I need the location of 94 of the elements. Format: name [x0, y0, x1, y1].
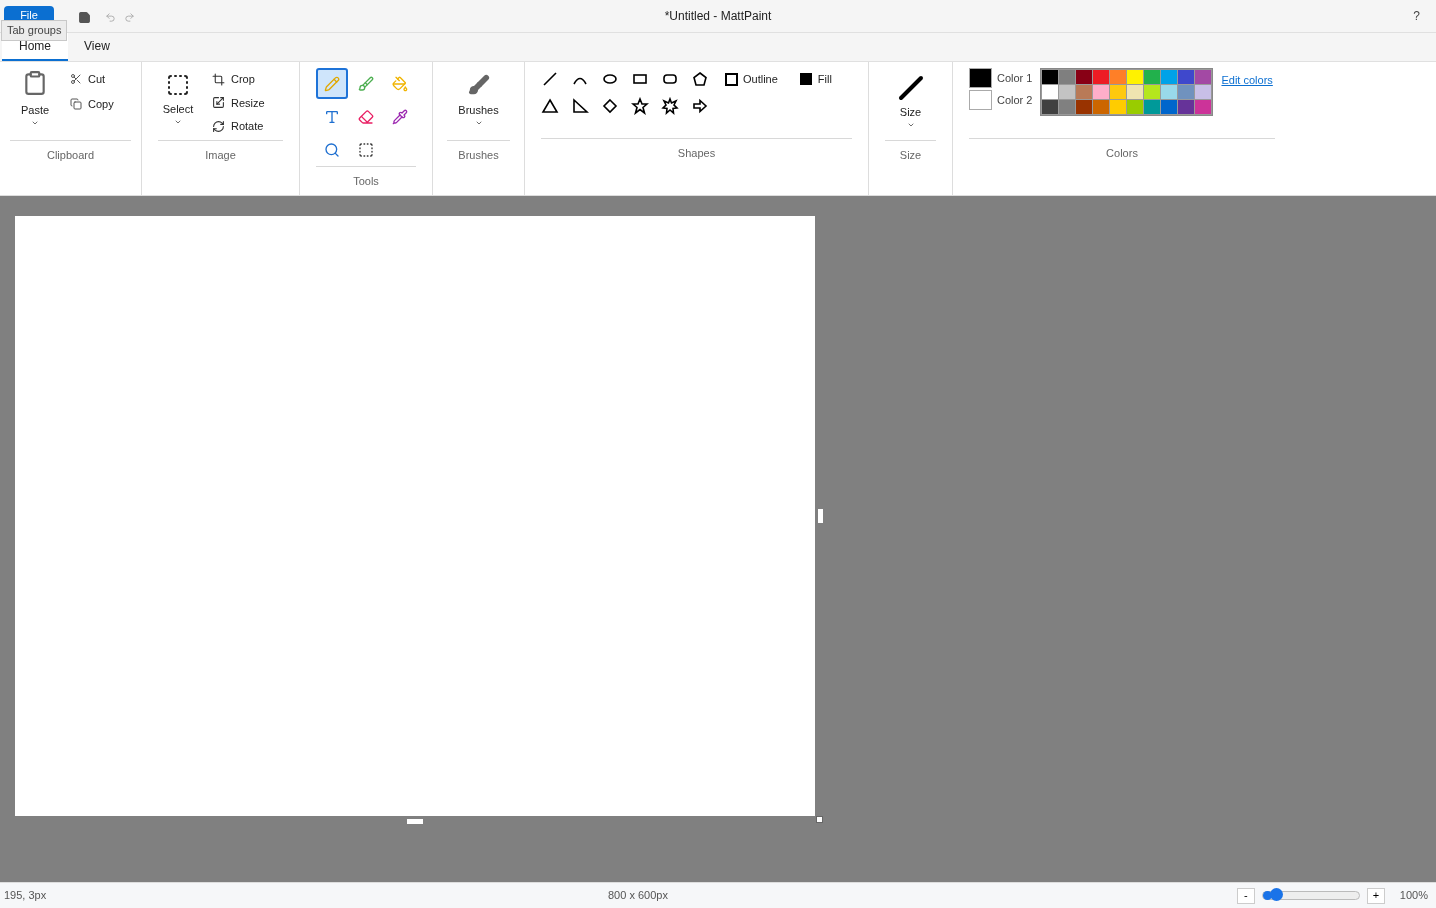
- group-label: Colors: [1106, 147, 1138, 159]
- palette-swatch[interactable]: [1144, 85, 1161, 99]
- burst-shape-icon[interactable]: [661, 97, 679, 115]
- window-title: *Untitled - MattPaint: [664, 9, 772, 23]
- eraser-icon: [358, 108, 374, 125]
- resize-handle[interactable]: [407, 819, 423, 824]
- group-label: Brushes: [458, 149, 499, 161]
- diamond-shape-icon[interactable]: [601, 97, 619, 115]
- group-label: Clipboard: [46, 149, 95, 161]
- rotate-icon: [212, 119, 225, 133]
- palette-swatch[interactable]: [1127, 70, 1144, 84]
- outline-button[interactable]: Outline: [725, 70, 778, 88]
- rotate-button[interactable]: Rotate: [212, 118, 265, 135]
- triangle-shape-icon[interactable]: [541, 97, 559, 115]
- help-button[interactable]: ?: [1413, 7, 1420, 25]
- palette-swatch[interactable]: [1110, 100, 1127, 114]
- resize-handle[interactable]: [816, 816, 823, 823]
- pencil-icon: [324, 75, 340, 92]
- palette-swatch[interactable]: [1195, 70, 1212, 84]
- resize-icon: [212, 96, 225, 110]
- palette-swatch[interactable]: [1059, 70, 1076, 84]
- palette-swatch[interactable]: [1110, 70, 1127, 84]
- text-icon: [324, 108, 340, 125]
- zoom-out-button[interactable]: -: [1236, 887, 1255, 904]
- crop-icon: [212, 72, 225, 86]
- zoom-in-button[interactable]: +: [1366, 887, 1385, 904]
- cursor-position: 195, 3px: [4, 888, 48, 904]
- line-width-icon: [896, 74, 925, 102]
- palette-swatch[interactable]: [1059, 85, 1076, 99]
- palette-swatch[interactable]: [1195, 100, 1212, 114]
- selection-icon: [166, 73, 190, 97]
- palette-swatch[interactable]: [1042, 85, 1059, 99]
- palette-swatch[interactable]: [1161, 85, 1178, 99]
- palette-swatch[interactable]: [1059, 100, 1076, 114]
- group-label: Image: [205, 149, 236, 161]
- edit-colors-link[interactable]: Edit colors: [1221, 72, 1273, 138]
- palette-swatch[interactable]: [1110, 85, 1127, 99]
- group-label: Tools: [353, 175, 379, 187]
- crop-button[interactable]: Crop: [212, 71, 265, 88]
- palette-swatch[interactable]: [1076, 85, 1093, 99]
- pentagon-shape-icon[interactable]: [691, 70, 709, 88]
- size-button[interactable]: Size: [885, 74, 936, 140]
- save-icon[interactable]: [78, 11, 91, 24]
- selection-icon: [358, 142, 374, 159]
- resize-button[interactable]: Resize: [212, 94, 265, 111]
- cut-button[interactable]: Cut: [70, 71, 114, 88]
- slider-thumb[interactable]: [1270, 888, 1284, 901]
- palette-swatch[interactable]: [1127, 85, 1144, 99]
- palette-swatch[interactable]: [1042, 100, 1059, 114]
- zoom-slider[interactable]: [1261, 891, 1360, 900]
- brush-icon: [358, 75, 374, 92]
- palette-swatch[interactable]: [1195, 85, 1212, 99]
- paste-icon: [22, 70, 48, 96]
- paint-bucket-icon: [392, 75, 408, 92]
- palette-swatch[interactable]: [1076, 100, 1093, 114]
- search-icon: [324, 142, 340, 159]
- star-shape-icon[interactable]: [631, 97, 649, 115]
- arrow-shape-icon[interactable]: [691, 97, 709, 115]
- redo-icon[interactable]: [124, 12, 135, 23]
- palette-swatch[interactable]: [1178, 85, 1195, 99]
- palette-swatch[interactable]: [1093, 100, 1110, 114]
- palette-swatch[interactable]: [1042, 70, 1059, 84]
- palette-swatch[interactable]: [1144, 100, 1161, 114]
- tool-button[interactable]: [316, 68, 348, 99]
- brushes-button[interactable]: Brushes: [447, 74, 510, 140]
- fill-button[interactable]: Fill: [799, 70, 832, 88]
- color-2-button[interactable]: Color 2: [969, 90, 1033, 110]
- palette-swatch[interactable]: [1144, 70, 1161, 84]
- palette-swatch[interactable]: [1178, 70, 1195, 84]
- palette-swatch[interactable]: [1161, 100, 1178, 114]
- brush-icon: [467, 74, 490, 96]
- group-label: Shapes: [677, 147, 716, 159]
- copy-button[interactable]: Copy: [70, 95, 114, 112]
- palette-swatch[interactable]: [1161, 70, 1178, 84]
- canvas-dimensions: 800 x 600px: [608, 888, 668, 904]
- right-triangle-shape-icon[interactable]: [571, 97, 589, 115]
- copy-icon: [70, 97, 82, 110]
- group-label: Size: [899, 149, 922, 161]
- palette-swatch[interactable]: [1178, 100, 1195, 114]
- resize-handle[interactable]: [818, 509, 823, 523]
- palette-swatch[interactable]: [1127, 100, 1144, 114]
- palette-swatch[interactable]: [1093, 70, 1110, 84]
- line-shape-icon[interactable]: [541, 70, 559, 88]
- ribbon-tab[interactable]: View: [68, 33, 126, 61]
- color-picker-icon: [392, 108, 408, 125]
- zoom-level: 100%: [1399, 888, 1428, 904]
- select-button[interactable]: Select: [158, 70, 198, 140]
- palette-swatch[interactable]: [1076, 70, 1093, 84]
- palette-swatch[interactable]: [1093, 85, 1110, 99]
- tooltip: Tab groups: [1, 20, 68, 41]
- paste-button[interactable]: Paste: [10, 70, 60, 140]
- color-1-button[interactable]: Color 1: [969, 68, 1033, 88]
- undo-icon[interactable]: [105, 12, 116, 23]
- scissors-icon: [70, 73, 82, 86]
